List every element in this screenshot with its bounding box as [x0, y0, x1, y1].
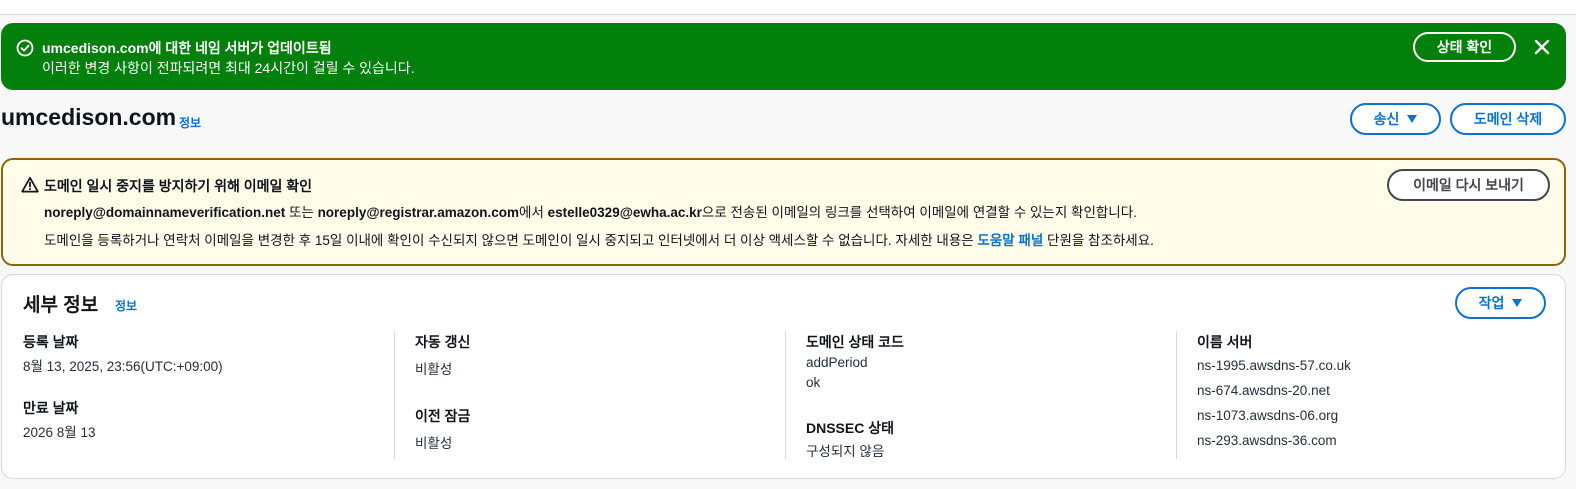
registration-date-label: 등록 날짜 [23, 334, 79, 350]
transfer-lock-label: 이전 잠금 [415, 408, 471, 424]
auto-renew-value: 비활성 [415, 362, 453, 377]
status-code-value: addPeriod [806, 355, 868, 370]
name-servers-label: 이름 서버 [1197, 334, 1253, 350]
success-check-icon [16, 39, 34, 57]
details-info-link[interactable]: 정보 [115, 297, 137, 314]
user-email: estelle0329@ewha.ac.kr [547, 205, 702, 220]
send-button-label: 송신 [1373, 111, 1400, 127]
caret-down-icon [1407, 115, 1418, 123]
column-divider [1176, 331, 1177, 459]
line2-text: 도메인을 등록하거나 연락처 이메일을 변경한 후 15일 이내에 확인이 수신… [44, 233, 978, 248]
send-dropdown-button[interactable]: 송신 [1350, 103, 1441, 135]
from-text: 에서 [519, 205, 548, 220]
verification-email-1: noreply@domainnameverification.net [44, 205, 286, 220]
warning-alert: 도메인 일시 중지를 방지하기 위해 이메일 확인 noreply@domain… [1, 158, 1566, 266]
actions-dropdown-button[interactable]: 작업 [1455, 287, 1546, 319]
dnssec-label: DNSSEC 상태 [806, 420, 894, 436]
expiration-date-label: 만료 날짜 [23, 400, 79, 416]
auto-renew-label: 자동 갱신 [415, 334, 471, 350]
dnssec-value: 구성되지 않음 [806, 444, 885, 459]
check-status-button[interactable]: 상태 확인 [1413, 32, 1516, 62]
line2-after: 단원을 참조하세요. [1043, 233, 1154, 248]
warning-icon [21, 176, 39, 193]
help-panel-link[interactable]: 도움말 패널 [977, 233, 1043, 248]
warning-title: 도메인 일시 중지를 방지하기 위해 이메일 확인 [44, 178, 313, 194]
name-server-item: ns-674.awsdns-20.net [1197, 383, 1330, 398]
expiration-date-value: 2026 8월 13 [23, 425, 96, 440]
resend-email-button[interactable]: 이메일 다시 보내기 [1387, 169, 1550, 201]
close-icon[interactable] [1532, 37, 1552, 57]
registration-date-value: 8월 13, 2025, 23:56(UTC:+09:00) [23, 359, 223, 374]
top-bar [0, 0, 1576, 15]
column-divider [785, 331, 786, 459]
details-title: 세부 정보 [23, 295, 99, 316]
verification-email-2: noreply@registrar.amazon.com [317, 205, 520, 220]
name-server-item: ns-293.awsdns-36.com [1197, 433, 1337, 448]
flash-title: umcedison.com에 대한 네임 서버가 업데이트됨 [42, 40, 332, 56]
flash-message: 이러한 변경 사항이 전파되려면 최대 24시간이 걸릴 수 있습니다. [42, 60, 415, 76]
details-container: 세부 정보 정보 작업 등록 날짜 8월 13, 2025, 23:56(UTC… [1, 274, 1566, 479]
transfer-lock-value: 비활성 [415, 436, 453, 451]
name-server-item: ns-1995.awsdns-57.co.uk [1197, 358, 1351, 373]
status-code-label: 도메인 상태 코드 [806, 334, 904, 350]
delete-domain-button[interactable]: 도메인 삭제 [1450, 103, 1566, 135]
success-flashbar: umcedison.com에 대한 네임 서버가 업데이트됨 이러한 변경 사항… [1, 23, 1566, 90]
header-info-link[interactable]: 정보 [179, 114, 201, 131]
name-server-item: ns-1073.awsdns-06.org [1197, 408, 1339, 423]
warning-line-2: 도메인을 등록하거나 연락처 이메일을 변경한 후 15일 이내에 확인이 수신… [44, 229, 1154, 249]
warning-line-1: noreply@domainnameverification.net 또는 no… [44, 201, 1137, 221]
actions-button-label: 작업 [1478, 295, 1505, 311]
column-divider [394, 331, 395, 459]
delete-domain-label: 도메인 삭제 [1473, 111, 1543, 127]
or-text: 또는 [285, 205, 318, 220]
page-title: umcedison.com [1, 104, 177, 130]
line1-rest: 으로 전송된 이메일의 링크를 선택하여 이메일에 연결할 수 있는지 확인합니… [701, 205, 1137, 220]
caret-down-icon [1512, 299, 1523, 307]
status-code-value: ok [806, 375, 821, 390]
